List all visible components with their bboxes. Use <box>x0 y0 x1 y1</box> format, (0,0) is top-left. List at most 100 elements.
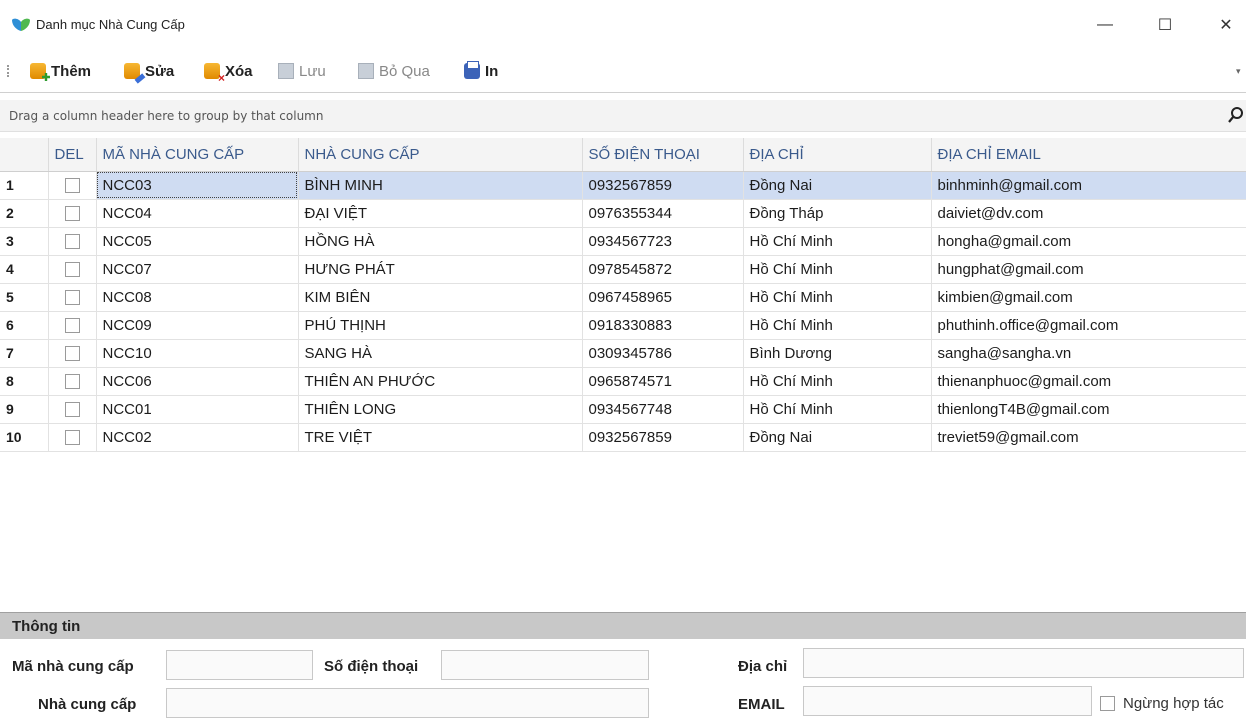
cell-code[interactable]: NCC07 <box>96 255 299 284</box>
table-row[interactable]: 3 NCC05 HỒNG HÀ 0934567723 Hồ Chí Minh hongha… <box>0 227 1246 256</box>
toolbar-grip-icon[interactable] <box>7 65 10 77</box>
cell-email[interactable]: daiviet@dv.com <box>931 199 1246 228</box>
cell-address[interactable]: Hồ Chí Minh <box>743 255 932 284</box>
cell-name[interactable]: PHÚ THỊNH <box>298 311 583 340</box>
cell-code[interactable]: NCC05 <box>96 227 299 256</box>
cell-phone[interactable]: 0965874571 <box>582 367 744 396</box>
code-field[interactable] <box>166 650 313 680</box>
row-number[interactable]: 7 <box>0 339 49 368</box>
maximize-button[interactable]: ☐ <box>1142 10 1188 40</box>
cell-email[interactable]: phuthinh.office@gmail.com <box>931 311 1246 340</box>
cell-phone[interactable]: 0932567859 <box>582 423 744 452</box>
phone-field[interactable] <box>441 650 649 680</box>
address-field[interactable] <box>803 648 1244 678</box>
row-number[interactable]: 10 <box>0 423 49 452</box>
column-header-rownum[interactable] <box>0 138 49 172</box>
column-header-del[interactable]: DEL <box>48 138 97 172</box>
row-number[interactable]: 9 <box>0 395 49 424</box>
cell-email[interactable]: thienanphuoc@gmail.com <box>931 367 1246 396</box>
cell-name[interactable]: THIÊN AN PHƯỚC <box>298 367 583 396</box>
cell-address[interactable]: Đồng Nai <box>743 171 932 200</box>
cell-code[interactable]: NCC04 <box>96 199 299 228</box>
save-button[interactable]: Lưu <box>278 60 326 82</box>
cell-address[interactable]: Hồ Chí Minh <box>743 283 932 312</box>
inactive-checkbox[interactable] <box>1100 696 1115 711</box>
del-checkbox[interactable] <box>64 374 80 390</box>
table-row[interactable]: 5 NCC08 KIM BIÊN 0967458965 Hồ Chí Minh kimbi… <box>0 283 1246 312</box>
del-checkbox[interactable] <box>64 290 80 306</box>
table-row[interactable]: 4 NCC07 HƯNG PHÁT 0978545872 Hồ Chí Minh hung… <box>0 255 1246 284</box>
cell-address[interactable]: Đồng Nai <box>743 423 932 452</box>
search-icon[interactable] <box>1228 106 1244 124</box>
row-number[interactable]: 2 <box>0 199 49 228</box>
cell-name[interactable]: ĐẠI VIỆT <box>298 199 583 228</box>
row-number[interactable]: 3 <box>0 227 49 256</box>
column-header-address[interactable]: ĐỊA CHỈ <box>743 138 932 172</box>
del-checkbox[interactable] <box>64 318 80 334</box>
column-header-code[interactable]: MÃ NHÀ CUNG CẤP <box>96 138 299 172</box>
minimize-button[interactable]: — <box>1082 10 1128 40</box>
cell-email[interactable]: treviet59@gmail.com <box>931 423 1246 452</box>
name-field[interactable] <box>166 688 649 718</box>
table-row[interactable]: 6 NCC09 PHÚ THỊNH 0918330883 Hồ Chí Minh phut… <box>0 311 1246 340</box>
inactive-checkbox-wrap[interactable]: Ngừng hợp tác <box>1100 695 1224 712</box>
column-header-phone[interactable]: SỐ ĐIỆN THOẠI <box>582 138 744 172</box>
cell-name[interactable]: BÌNH MINH <box>298 171 583 200</box>
cell-email[interactable]: kimbien@gmail.com <box>931 283 1246 312</box>
cell-phone[interactable]: 0978545872 <box>582 255 744 284</box>
row-number[interactable]: 4 <box>0 255 49 284</box>
cell-code[interactable]: NCC02 <box>96 423 299 452</box>
cell-name[interactable]: TRE VIỆT <box>298 423 583 452</box>
email-field[interactable] <box>803 686 1092 716</box>
edit-button[interactable]: Sửa <box>124 60 174 82</box>
del-checkbox[interactable] <box>64 206 80 222</box>
print-button[interactable]: In <box>464 60 498 82</box>
cell-code[interactable]: NCC03 <box>96 171 299 200</box>
cell-address[interactable]: Hồ Chí Minh <box>743 395 932 424</box>
cell-email[interactable]: thienlongT4B@gmail.com <box>931 395 1246 424</box>
del-checkbox[interactable] <box>64 234 80 250</box>
cell-name[interactable]: KIM BIÊN <box>298 283 583 312</box>
row-number[interactable]: 8 <box>0 367 49 396</box>
cell-email[interactable]: hongha@gmail.com <box>931 227 1246 256</box>
cell-phone[interactable]: 0309345786 <box>582 339 744 368</box>
row-number[interactable]: 6 <box>0 311 49 340</box>
cell-email[interactable]: hungphat@gmail.com <box>931 255 1246 284</box>
cell-address[interactable]: Bình Dương <box>743 339 932 368</box>
table-row[interactable]: 8 NCC06 THIÊN AN PHƯỚC 0965874571 Hồ Chí Min… <box>0 367 1246 396</box>
cell-code[interactable]: NCC01 <box>96 395 299 424</box>
add-button[interactable]: Thêm <box>30 60 91 82</box>
row-number[interactable]: 1 <box>0 171 49 200</box>
table-row[interactable]: 7 NCC10 SANG HÀ 0309345786 Bình Dương sangha@… <box>0 339 1246 368</box>
close-button[interactable]: ✕ <box>1203 10 1246 40</box>
column-header-name[interactable]: NHÀ CUNG CẤP <box>298 138 583 172</box>
table-row[interactable]: 2 NCC04 ĐẠI VIỆT 0976355344 Đồng Tháp daiviet… <box>0 199 1246 228</box>
cell-email[interactable]: binhminh@gmail.com <box>931 171 1246 200</box>
table-row[interactable]: 9 NCC01 THIÊN LONG 0934567748 Hồ Chí Minh thi… <box>0 395 1246 424</box>
cell-name[interactable]: HƯNG PHÁT <box>298 255 583 284</box>
delete-button[interactable]: Xóa <box>204 60 253 85</box>
cell-address[interactable]: Hồ Chí Minh <box>743 367 932 396</box>
cell-address[interactable]: Đồng Tháp <box>743 199 932 228</box>
column-header-email[interactable]: ĐỊA CHỈ EMAIL <box>931 138 1246 172</box>
cell-email[interactable]: sangha@sangha.vn <box>931 339 1246 368</box>
cell-name[interactable]: SANG HÀ <box>298 339 583 368</box>
del-checkbox[interactable] <box>64 430 80 446</box>
cell-phone[interactable]: 0934567748 <box>582 395 744 424</box>
cell-phone[interactable]: 0918330883 <box>582 311 744 340</box>
cell-phone[interactable]: 0976355344 <box>582 199 744 228</box>
cell-address[interactable]: Hồ Chí Minh <box>743 227 932 256</box>
del-checkbox[interactable] <box>64 346 80 362</box>
table-row[interactable]: 10 NCC02 TRE VIỆT 0932567859 Đồng Nai treviet… <box>0 423 1246 452</box>
del-checkbox[interactable] <box>64 178 80 194</box>
cell-name[interactable]: HỒNG HÀ <box>298 227 583 256</box>
cell-name[interactable]: THIÊN LONG <box>298 395 583 424</box>
cell-code[interactable]: NCC06 <box>96 367 299 396</box>
cell-address[interactable]: Hồ Chí Minh <box>743 311 932 340</box>
cell-phone[interactable]: 0932567859 <box>582 171 744 200</box>
cell-phone[interactable]: 0967458965 <box>582 283 744 312</box>
del-checkbox[interactable] <box>64 402 80 418</box>
cancel-button[interactable]: Bỏ Qua <box>358 60 430 82</box>
cell-code[interactable]: NCC09 <box>96 311 299 340</box>
cell-code[interactable]: NCC08 <box>96 283 299 312</box>
